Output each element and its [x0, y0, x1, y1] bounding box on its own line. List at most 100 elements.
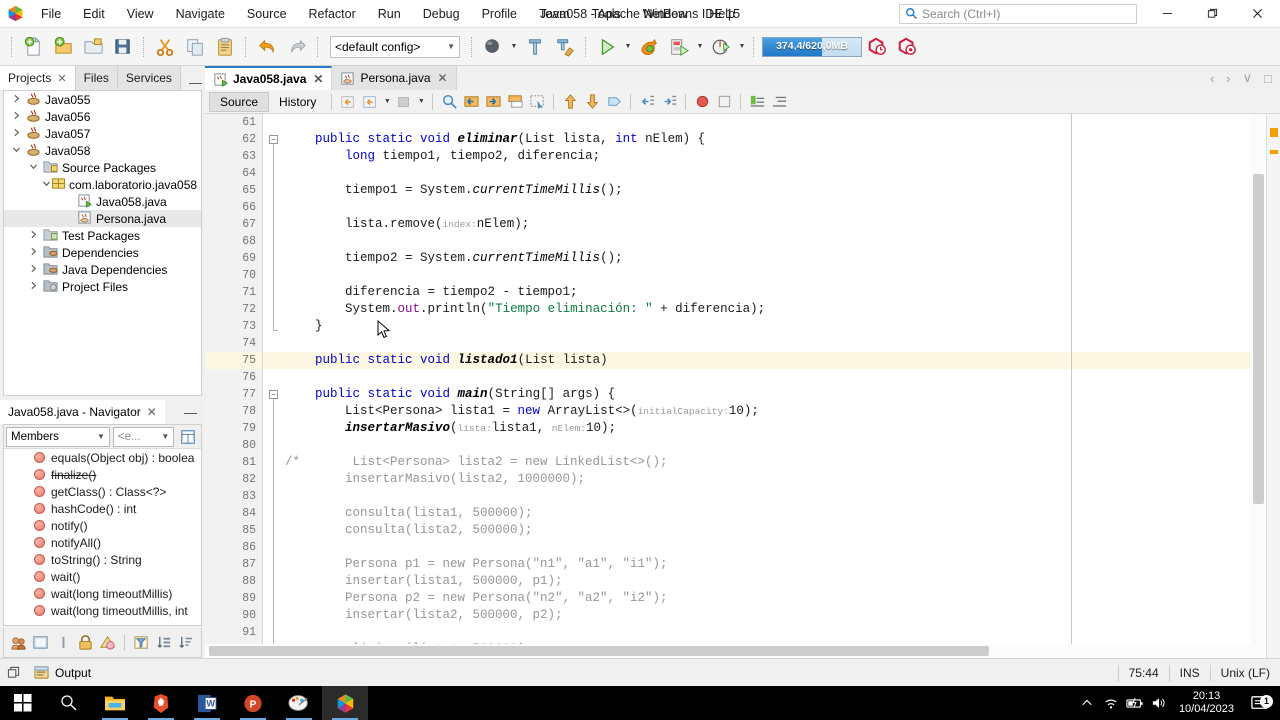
- file-explorer-button[interactable]: [92, 686, 138, 720]
- close-button[interactable]: [1235, 0, 1280, 28]
- navigator-member-item[interactable]: hashCode() : int: [4, 500, 201, 517]
- run-dropdown-arrow-icon[interactable]: ▼: [622, 33, 634, 61]
- code-line[interactable]: Persona p1 = new Persona("n1", "a1", "i1…: [285, 556, 1250, 573]
- source-code-text[interactable]: public static void eliminar(List lista, …: [285, 114, 1250, 658]
- output-window-tab[interactable]: Output: [26, 662, 99, 684]
- chevron-right-icon[interactable]: [8, 128, 24, 139]
- chevron-down-icon[interactable]: ∨: [1239, 70, 1257, 86]
- code-line[interactable]: /* List<Persona> lista2 = new LinkedList…: [285, 454, 1250, 471]
- search-taskbar-button[interactable]: [46, 686, 92, 720]
- run-project-button[interactable]: [592, 32, 622, 62]
- stop-square-icon[interactable]: [713, 91, 735, 113]
- gauge-dropdown-arrow-icon[interactable]: ▼: [736, 33, 748, 61]
- save-all-button[interactable]: [108, 32, 138, 62]
- navigator-member-item[interactable]: toString() : String: [4, 551, 201, 568]
- navigator-tab[interactable]: Java058.java - Navigator ✕: [0, 400, 165, 424]
- menu-window[interactable]: Window: [632, 2, 698, 26]
- code-line[interactable]: [285, 488, 1250, 505]
- powerpoint-button[interactable]: P: [230, 686, 276, 720]
- lock-icon[interactable]: [75, 632, 96, 654]
- tree-node[interactable]: Java055: [4, 91, 201, 108]
- dock-tab-files[interactable]: Files: [75, 66, 118, 90]
- start-macro-icon[interactable]: [746, 91, 768, 113]
- close-icon[interactable]: ✕: [147, 405, 157, 419]
- chevron-right-icon[interactable]: [25, 281, 41, 292]
- editor-horizontal-scrollbar[interactable]: [205, 644, 1251, 658]
- editor-tab-persona-java[interactable]: Persona.java ✕: [332, 66, 457, 90]
- sort-alpha-icon[interactable]: [153, 632, 174, 654]
- chevron-right-icon[interactable]: [8, 94, 24, 105]
- redo-button[interactable]: [282, 32, 312, 62]
- projects-tree[interactable]: Java055 Java056 Java057 Java058 Source Packa…: [3, 90, 202, 396]
- code-line[interactable]: [285, 624, 1250, 641]
- notifications-history-button[interactable]: [862, 32, 892, 62]
- netbeans-button[interactable]: [322, 686, 368, 720]
- shift-left-icon[interactable]: [636, 91, 658, 113]
- fields-icon[interactable]: [30, 632, 51, 654]
- tree-node[interactable]: Java058.java: [4, 193, 201, 210]
- speaker-icon[interactable]: [1147, 696, 1171, 710]
- stop-process-button[interactable]: [892, 32, 922, 62]
- wifi-icon[interactable]: [1099, 696, 1123, 710]
- scrollbar-thumb[interactable]: [209, 646, 989, 656]
- set-project-browser-button[interactable]: [478, 32, 508, 62]
- tree-node[interactable]: Java Dependencies: [4, 261, 201, 278]
- paint-button[interactable]: [276, 686, 322, 720]
- memory-gauge[interactable]: 374,4/620,0MB: [762, 36, 862, 57]
- build-project-button[interactable]: [520, 32, 550, 62]
- code-line[interactable]: [285, 233, 1250, 250]
- team-gauge-button[interactable]: [706, 32, 736, 62]
- warning-mark[interactable]: [1270, 150, 1278, 154]
- code-line[interactable]: System.out.println("Tiempo eliminación: …: [285, 301, 1250, 318]
- forward-arrow-icon[interactable]: [393, 91, 415, 113]
- line-ending-indicator[interactable]: Unix (LF): [1209, 664, 1280, 681]
- menu-refactor[interactable]: Refactor: [298, 2, 367, 26]
- last-edit-icon[interactable]: [337, 91, 359, 113]
- code-line[interactable]: [285, 437, 1250, 454]
- menu-team[interactable]: Team: [528, 2, 581, 26]
- up-arrow-icon[interactable]: [559, 91, 581, 113]
- back-arrow-icon[interactable]: [359, 91, 381, 113]
- warning-mark[interactable]: [1270, 128, 1278, 137]
- navigator-member-item[interactable]: wait(): [4, 568, 201, 585]
- menu-debug[interactable]: Debug: [412, 2, 471, 26]
- code-line[interactable]: insertar(lista2, 500000, p2);: [285, 607, 1250, 624]
- start-button[interactable]: [0, 686, 46, 720]
- tree-node[interactable]: Java056: [4, 108, 201, 125]
- code-line[interactable]: [285, 335, 1250, 352]
- code-line[interactable]: [285, 199, 1250, 216]
- chevron-right-icon[interactable]: [25, 230, 41, 241]
- static-members-icon[interactable]: [97, 632, 118, 654]
- navigator-member-item[interactable]: notifyAll(): [4, 534, 201, 551]
- navigator-member-item[interactable]: wait(long timeoutMillis, int: [4, 602, 201, 619]
- chevron-up-icon[interactable]: [1075, 697, 1099, 709]
- code-line[interactable]: tiempo2 = System.currentTimeMillis();: [285, 250, 1250, 267]
- menu-run[interactable]: Run: [367, 2, 412, 26]
- code-line[interactable]: long tiempo1, tiempo2, diferencia;: [285, 148, 1250, 165]
- chevron-right-icon[interactable]: ›: [1222, 71, 1234, 86]
- paste-button[interactable]: [210, 32, 240, 62]
- menu-tools[interactable]: Tools: [581, 2, 632, 26]
- chevron-down-icon[interactable]: [25, 162, 41, 173]
- new-file-button[interactable]: [18, 32, 48, 62]
- next-occurrence-icon[interactable]: [482, 91, 504, 113]
- code-line[interactable]: List<Persona> lista1 = new ArrayList<>(i…: [285, 403, 1250, 420]
- code-line[interactable]: }: [285, 318, 1250, 335]
- tree-node[interactable]: com.laboratorio.java058: [4, 176, 201, 193]
- navigator-filter-select[interactable]: <e... ▼: [112, 426, 175, 447]
- open-project-button[interactable]: [78, 32, 108, 62]
- code-line[interactable]: lista.remove(index:nElem);: [285, 216, 1250, 233]
- chevron-down-icon[interactable]: [42, 179, 51, 190]
- maximize-square-icon[interactable]: □: [1260, 71, 1276, 86]
- bookmark-icon[interactable]: [603, 91, 625, 113]
- filter-icon[interactable]: [131, 632, 152, 654]
- code-line[interactable]: public static void main(String[] args) {: [285, 386, 1250, 403]
- code-line[interactable]: [285, 267, 1250, 284]
- chevron-right-icon[interactable]: [8, 111, 24, 122]
- code-line[interactable]: consulta(lista1, 500000);: [285, 505, 1250, 522]
- code-line[interactable]: public static void eliminar(List lista, …: [285, 131, 1250, 148]
- code-line[interactable]: insertar(lista1, 500000, p1);: [285, 573, 1250, 590]
- breakpoint-dot-icon[interactable]: [691, 91, 713, 113]
- menu-edit[interactable]: Edit: [72, 2, 116, 26]
- forward-dropdown-arrow-icon[interactable]: ▼: [415, 88, 427, 116]
